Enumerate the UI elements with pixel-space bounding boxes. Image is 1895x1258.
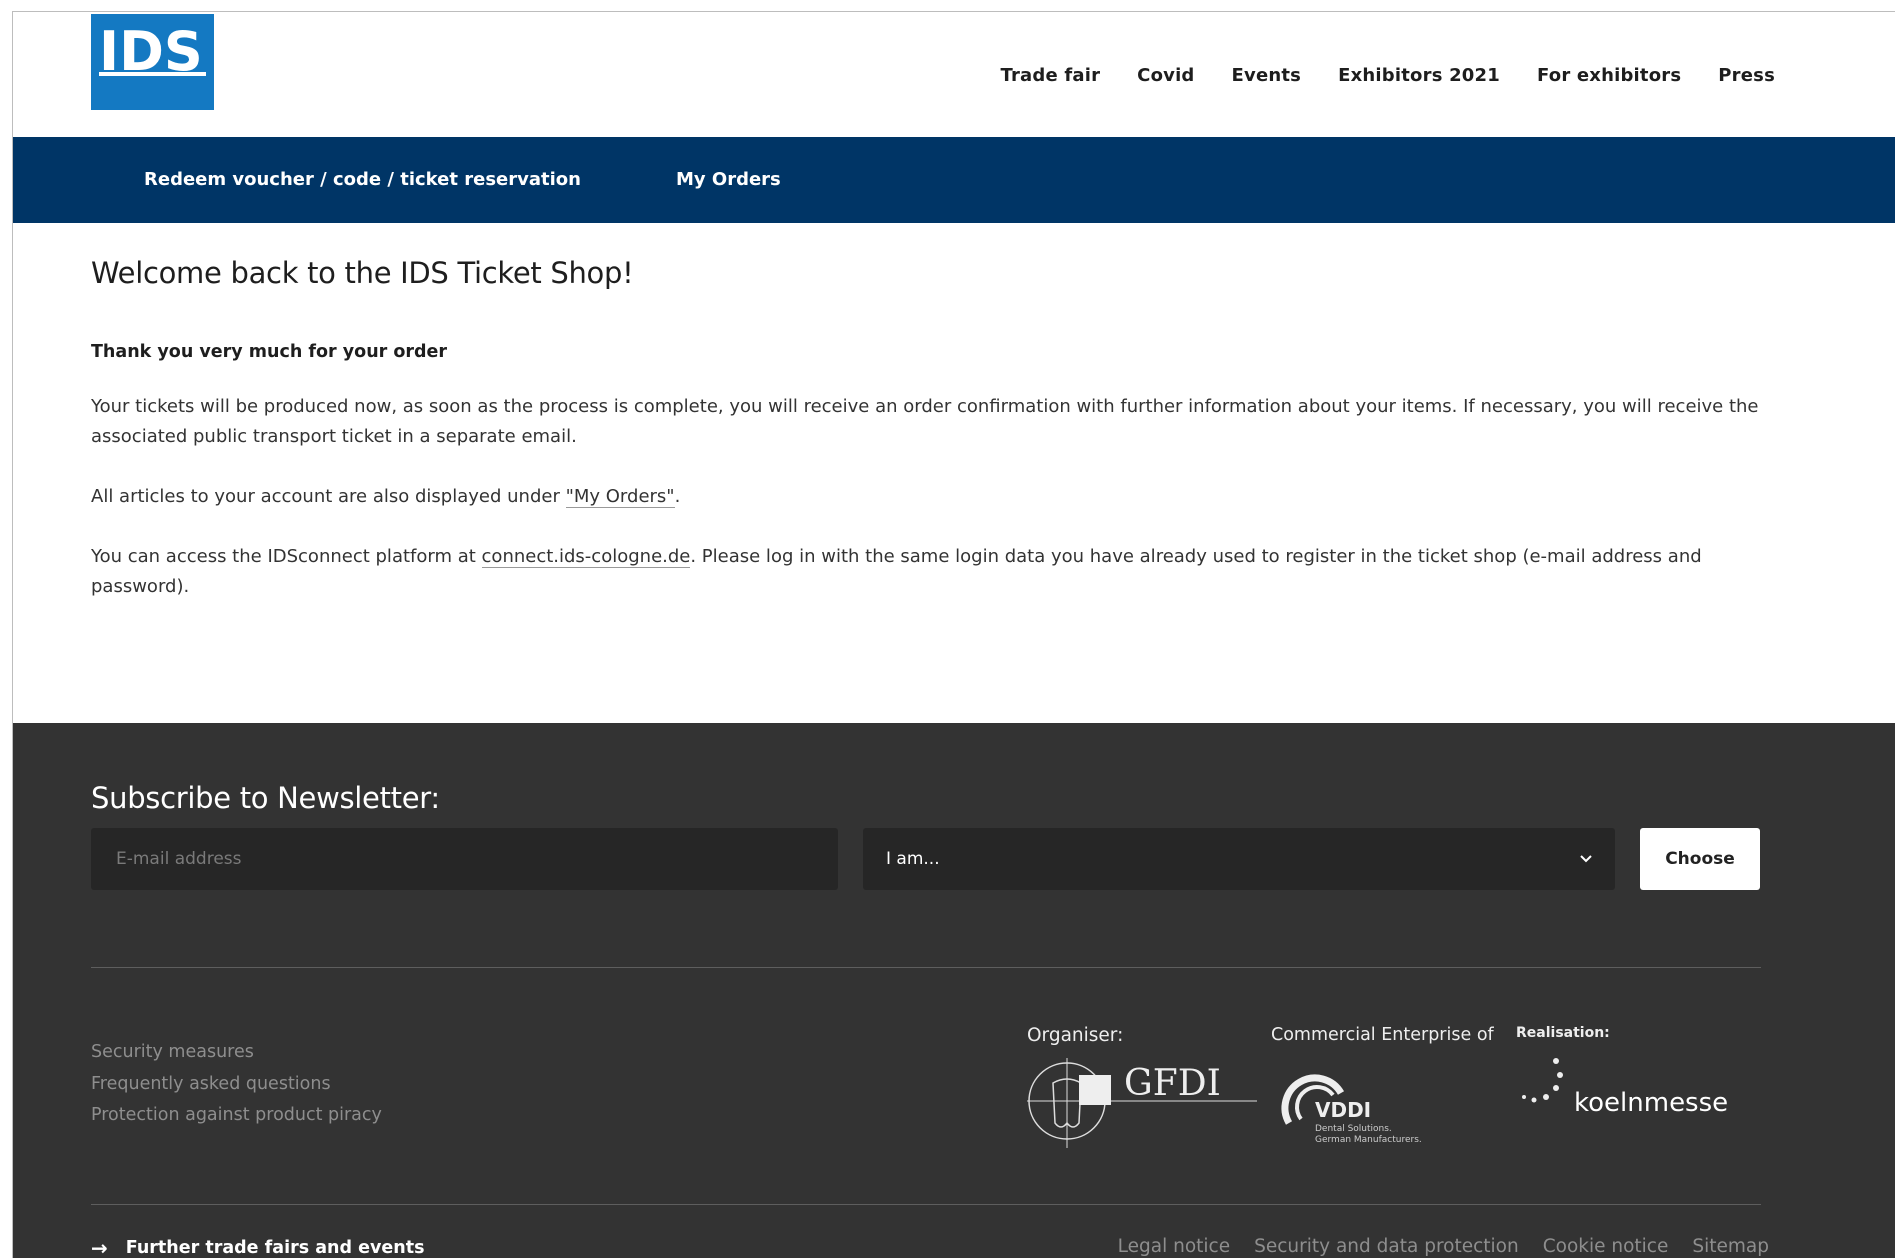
- commercial-enterprise-label: Commercial Enterprise of: [1271, 1025, 1494, 1045]
- site-footer: Subscribe to Newsletter: I am... Choose …: [13, 723, 1895, 1258]
- select-value: I am...: [886, 849, 940, 869]
- paragraph-idsconnect: You can access the IDSconnect platform a…: [91, 542, 1771, 602]
- koelnmesse-logo[interactable]: koelnmesse: [1516, 1053, 1746, 1137]
- footer-link-product-piracy[interactable]: Protection against product piracy: [91, 1100, 382, 1132]
- logo-text: IDS: [99, 20, 203, 83]
- chevron-down-icon: [1579, 828, 1593, 917]
- sitemap-link[interactable]: Sitemap: [1692, 1236, 1769, 1257]
- nav-press[interactable]: Press: [1718, 65, 1775, 86]
- text: You can access the IDSconnect platform a…: [91, 546, 482, 567]
- vddi-sub1: Dental Solutions.: [1315, 1124, 1392, 1134]
- legal-notice-link[interactable]: Legal notice: [1118, 1236, 1230, 1257]
- newsletter-choose-button[interactable]: Choose: [1640, 828, 1760, 890]
- text: .: [674, 486, 681, 507]
- gfdi-text: GFDI: [1124, 1063, 1221, 1104]
- newsletter-title: Subscribe to Newsletter:: [91, 781, 440, 815]
- idsconnect-link[interactable]: connect.ids-cologne.de: [481, 546, 691, 568]
- further-trade-fairs-link[interactable]: → Further trade fairs and events: [91, 1236, 424, 1258]
- koelnmesse-text: koelnmesse: [1574, 1088, 1728, 1118]
- footer-links: Security measures Frequently asked quest…: [91, 1037, 382, 1132]
- organiser-label: Organiser:: [1027, 1025, 1124, 1046]
- main-content: Welcome back to the IDS Ticket Shop! Tha…: [91, 256, 1771, 632]
- nav-trade-fair[interactable]: Trade fair: [1000, 65, 1100, 86]
- order-thanks-heading: Thank you very much for your order: [91, 342, 448, 362]
- subnav-my-orders[interactable]: My Orders: [676, 169, 781, 190]
- site-header: IDS Trade fair Covid Events Exhibitors 2…: [13, 12, 1895, 137]
- footer-divider: [91, 1204, 1761, 1205]
- footer-divider: [91, 967, 1761, 968]
- text: All articles to your account are also di…: [91, 486, 566, 507]
- paragraph-my-orders: All articles to your account are also di…: [91, 482, 1771, 512]
- nav-covid[interactable]: Covid: [1137, 65, 1194, 86]
- newsletter-email-input[interactable]: [91, 828, 838, 890]
- vddi-sub2: German Manufacturers.: [1315, 1135, 1422, 1145]
- ids-logo[interactable]: IDS: [91, 14, 214, 110]
- vddi-text: VDDI: [1315, 1098, 1371, 1122]
- nav-exhibitors-2021[interactable]: Exhibitors 2021: [1338, 65, 1500, 86]
- paragraph-tickets: Your tickets will be produced now, as so…: [91, 396, 1759, 447]
- newsletter-role-select[interactable]: I am...: [863, 828, 1615, 890]
- page-title: Welcome back to the IDS Ticket Shop!: [91, 256, 634, 290]
- realisation-label: Realisation:: [1516, 1025, 1610, 1041]
- subnav-redeem-voucher[interactable]: Redeem voucher / code / ticket reservati…: [144, 169, 581, 190]
- data-protection-link[interactable]: Security and data protection: [1254, 1236, 1519, 1257]
- footer-link-faq[interactable]: Frequently asked questions: [91, 1069, 382, 1101]
- nav-for-exhibitors[interactable]: For exhibitors: [1537, 65, 1681, 86]
- footer-link-security-measures[interactable]: Security measures: [91, 1037, 382, 1069]
- legal-links: Legal notice Security and data protectio…: [1094, 1236, 1769, 1257]
- vddi-logo[interactable]: VDDI Dental Solutions. German Manufactur…: [1271, 1053, 1441, 1145]
- arrow-right-icon: →: [91, 1236, 108, 1258]
- gfdi-logo[interactable]: GFDI: [1027, 1053, 1257, 1148]
- shop-subnav: ket Redeem voucher / code / ticket reser…: [13, 137, 1895, 223]
- top-navigation: Trade fair Covid Events Exhibitors 2021 …: [963, 65, 1775, 86]
- further-label: Further trade fairs and events: [125, 1238, 425, 1258]
- page-frame: IDS Trade fair Covid Events Exhibitors 2…: [12, 11, 1895, 1258]
- my-orders-link[interactable]: "My Orders": [565, 486, 675, 508]
- nav-events[interactable]: Events: [1232, 65, 1302, 86]
- cookie-notice-link[interactable]: Cookie notice: [1543, 1236, 1669, 1257]
